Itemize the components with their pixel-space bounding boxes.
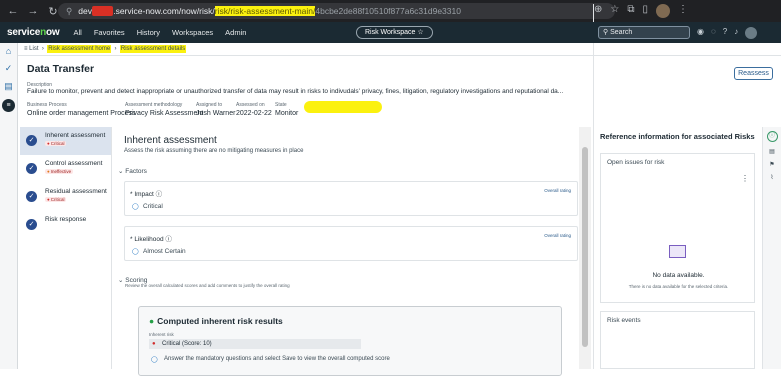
center-scrollbar[interactable] (579, 127, 591, 369)
meta-assigned-to: Assigned to Josh Warner (196, 102, 236, 117)
factor-name: * Impact ⓘ (130, 191, 163, 198)
inherent-risk-field: Critical (Score: 10) (149, 339, 361, 349)
meta-methodology: Assessment methodology Privacy Risk Asses… (125, 102, 204, 117)
highlight-mark (304, 101, 382, 113)
status-badge: Ineffective (45, 169, 74, 174)
main-menu: All Favorites History Workspaces Admin (74, 28, 247, 37)
factors-header[interactable]: ⌄ Factors (118, 167, 147, 175)
app-header: servicenow All Favorites History Workspa… (0, 22, 781, 43)
status-badge: Critical (45, 141, 67, 146)
computed-results-card: Computed inherent risk results Inherent … (138, 306, 562, 376)
workspace-pill[interactable]: Risk Workspace ☆ (356, 26, 433, 39)
factor-likelihood: * Likelihood ⓘ Overall rating Almost Cer… (124, 226, 578, 261)
step-risk-response[interactable]: ✓ Risk response (20, 211, 111, 239)
notifications-icon[interactable]: ♪ (734, 27, 738, 39)
factor-value[interactable]: Almost Certain (132, 248, 186, 255)
reassess-button[interactable]: Reassess (734, 67, 773, 80)
attachment-icon[interactable]: ⌇ (771, 174, 774, 181)
back-icon[interactable]: ← (6, 5, 20, 17)
search-placeholder: Search (610, 29, 633, 36)
assessment-title: Inherent assessment (124, 135, 217, 146)
url-path-highlight: risk/risk-assessment-main/ (214, 6, 316, 16)
breadcrumb-home[interactable]: Risk assessment home (47, 45, 112, 53)
factor-name: * Likelihood ⓘ (130, 236, 172, 243)
url-host-prefix: dev (78, 6, 92, 16)
servicenow-logo[interactable]: servicenow (7, 27, 60, 38)
description-text: Failure to monitor, prevent and detect i… (27, 88, 564, 95)
url-path-rest: 4bcbe2de88f10510f877a6c31d9e3310 (315, 6, 461, 16)
card-title: Open issues for risk (607, 159, 665, 166)
chat-icon[interactable]: ◌ (711, 27, 716, 39)
no-data-subtitle: There is no data available for the selec… (628, 284, 729, 289)
step-residual-assessment[interactable]: ✓ Residual assessment Critical (20, 183, 111, 211)
breadcrumb-details[interactable]: Risk assessment details (119, 45, 187, 53)
globe-icon[interactable]: ◉ (697, 27, 704, 39)
assessment-subtitle: Assess the risk assuming there are no mi… (124, 148, 304, 154)
open-issues-card: Open issues for risk ⋮ No data available… (600, 153, 755, 303)
check-icon: ✓ (26, 135, 37, 146)
no-data-icon (669, 245, 686, 258)
factor-value[interactable]: Critical (132, 203, 163, 210)
results-title: Computed inherent risk results (149, 316, 283, 326)
user-avatar[interactable] (745, 27, 758, 39)
no-data-title: No data available. (652, 272, 705, 279)
results-note: Answer the mandatory questions and selec… (151, 356, 390, 363)
breadcrumb: ≡ List › Risk assessment home › Risk ass… (18, 43, 781, 56)
menu-history[interactable]: History (137, 28, 160, 37)
global-search-input[interactable]: ⚲ Search (598, 26, 690, 39)
risk-events-card: Risk events (600, 311, 755, 369)
factor-impact: * Impact ⓘ Overall rating Critical (124, 181, 578, 216)
document-icon[interactable]: ▤ (4, 81, 13, 92)
card-menu-icon[interactable]: ⋮ (741, 174, 749, 183)
forward-icon[interactable]: → (26, 5, 40, 17)
redaction-mark: xxxxx (91, 6, 114, 16)
address-bar[interactable]: ⚲ devxxxxx.service-now.com/now/risk/risk/… (58, 3, 615, 19)
menu-workspaces[interactable]: Workspaces (172, 28, 213, 37)
step-control-assessment[interactable]: ✓ Control assessment Ineffective (20, 155, 111, 183)
menu-all[interactable]: All (74, 28, 82, 37)
home-icon[interactable]: ⌂ (6, 46, 11, 56)
header-icons: ◉ ◌ ? ♪ (697, 27, 758, 39)
scoring-subtitle: Review the overall calculated scores and… (125, 283, 290, 288)
check-icon[interactable]: ✓ (5, 63, 13, 74)
meta-state: State Monitor (275, 102, 299, 117)
overall-rating-link[interactable]: Overall rating (544, 233, 571, 238)
info-icon[interactable]: ⓘ (766, 131, 778, 142)
assessment-steps: ✓ Inherent assessment Critical ✓ Control… (20, 127, 111, 369)
list-icon[interactable]: ▤ (769, 148, 775, 155)
site-info-icon[interactable]: ⚲ (66, 6, 72, 16)
reference-title: Reference information for associated Ris… (600, 132, 755, 141)
breadcrumb-list[interactable]: ≡ List (24, 46, 39, 52)
menu-admin[interactable]: Admin (225, 28, 246, 37)
results-label: Inherent risk (149, 332, 174, 337)
url-host-suffix: .service-now.com/now/risk/ (113, 6, 215, 16)
check-icon: ✓ (26, 219, 37, 230)
scrollbar-thumb[interactable] (582, 147, 588, 347)
check-icon: ✓ (26, 163, 37, 174)
check-icon: ✓ (26, 191, 37, 202)
side-toolbar: ⓘ ▤ ⚑ ⌇ (762, 127, 781, 369)
profile-avatar[interactable] (656, 4, 671, 18)
overall-rating-link[interactable]: Overall rating (544, 188, 571, 193)
help-icon[interactable]: ? (723, 27, 727, 39)
page-title: Data Transfer (27, 63, 95, 75)
left-rail: ⌂ ✓ ▤ ≡ (0, 43, 18, 369)
status-badge: Critical (45, 197, 67, 202)
meta-assessed-on: Assessed on 2022-02-22 (236, 102, 272, 117)
bookmark-icon[interactable]: ⚑ (769, 161, 774, 168)
list-icon[interactable]: ≡ (2, 99, 15, 112)
menu-favorites[interactable]: Favorites (94, 28, 125, 37)
card-title: Risk events (607, 317, 641, 324)
browser-toolbar: ← → ↻ ⚲ devxxxxx.service-now.com/now/risk… (0, 0, 781, 246)
reference-panel: Reference information for associated Ris… (593, 127, 760, 369)
meta-business-process: Business Process Online order management … (27, 102, 136, 117)
assessment-panel: Inherent assessment Assess the risk assu… (111, 127, 591, 376)
step-inherent-assessment[interactable]: ✓ Inherent assessment Critical (20, 127, 111, 155)
